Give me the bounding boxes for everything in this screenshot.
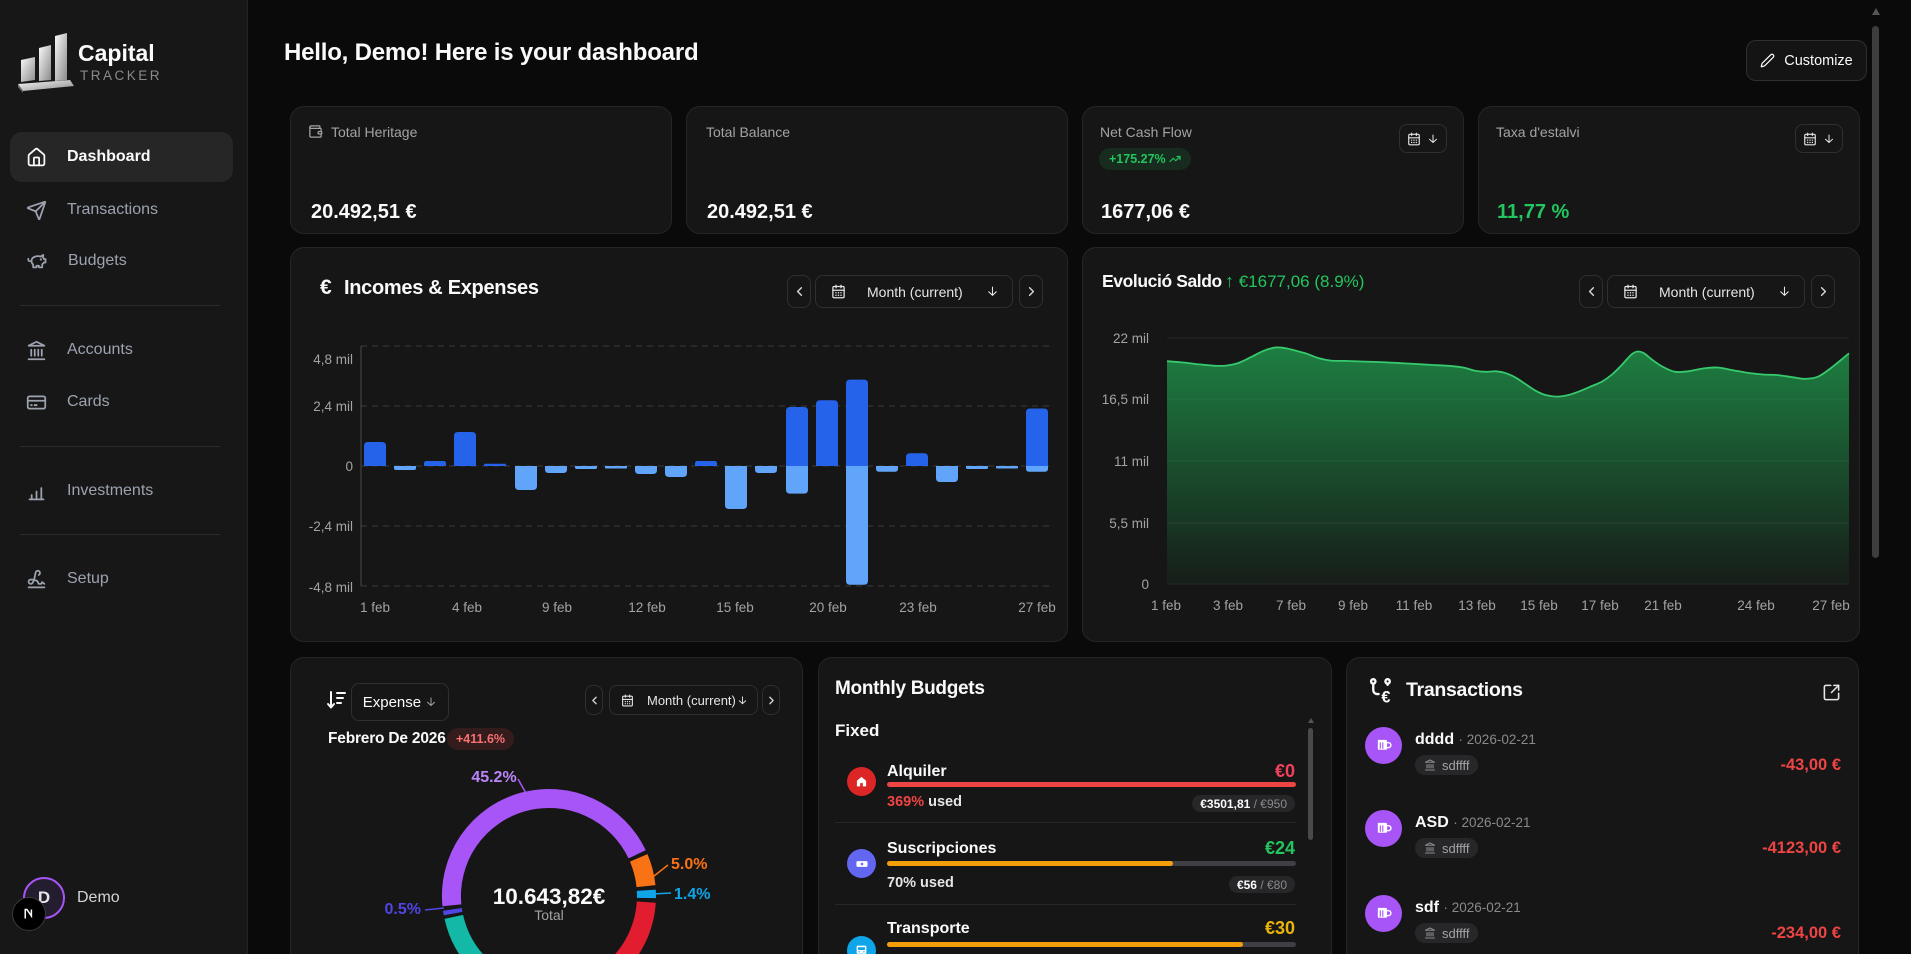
svg-text:45.2%: 45.2% [471,769,516,786]
svg-text:9 feb: 9 feb [542,600,572,615]
svg-text:0: 0 [345,459,353,474]
svg-text:10.643,82€: 10.643,82€ [493,884,606,909]
svg-text:11 feb: 11 feb [1396,598,1433,613]
svg-text:12 feb: 12 feb [628,600,666,615]
svg-text:11 mil: 11 mil [1114,454,1149,469]
svg-text:23 feb: 23 feb [899,600,937,615]
svg-text:€: € [1381,689,1390,705]
svg-text:0.5%: 0.5% [385,901,421,918]
svg-text:7 feb: 7 feb [1276,598,1306,613]
svg-text:5.0%: 5.0% [671,856,707,873]
svg-text:-4,8 mil: -4,8 mil [309,580,353,595]
svg-text:-2,4 mil: -2,4 mil [309,519,353,534]
svg-text:27 feb: 27 feb [1018,600,1056,615]
svg-text:17 feb: 17 feb [1581,598,1619,613]
svg-text:21 feb: 21 feb [1644,598,1682,613]
svg-text:0: 0 [1141,577,1149,592]
svg-text:Total: Total [534,907,564,923]
svg-text:13 feb: 13 feb [1458,598,1496,613]
svg-text:20 feb: 20 feb [809,600,847,615]
svg-text:2,4 mil: 2,4 mil [313,399,353,414]
svg-text:3 feb: 3 feb [1213,598,1243,613]
svg-text:27 feb: 27 feb [1812,598,1850,613]
svg-text:1 feb: 1 feb [360,600,390,615]
svg-text:4 feb: 4 feb [452,600,482,615]
svg-text:15 feb: 15 feb [1520,598,1558,613]
svg-text:15 feb: 15 feb [716,600,754,615]
svg-text:16,5 mil: 16,5 mil [1102,392,1149,407]
svg-text:9 feb: 9 feb [1338,598,1368,613]
svg-text:4,8 mil: 4,8 mil [313,352,353,367]
svg-text:5,5 mil: 5,5 mil [1109,516,1149,531]
svg-text:1.4%: 1.4% [674,886,710,903]
svg-text:24 feb: 24 feb [1737,598,1775,613]
svg-text:1 feb: 1 feb [1151,598,1181,613]
svg-text:22 mil: 22 mil [1113,331,1149,346]
